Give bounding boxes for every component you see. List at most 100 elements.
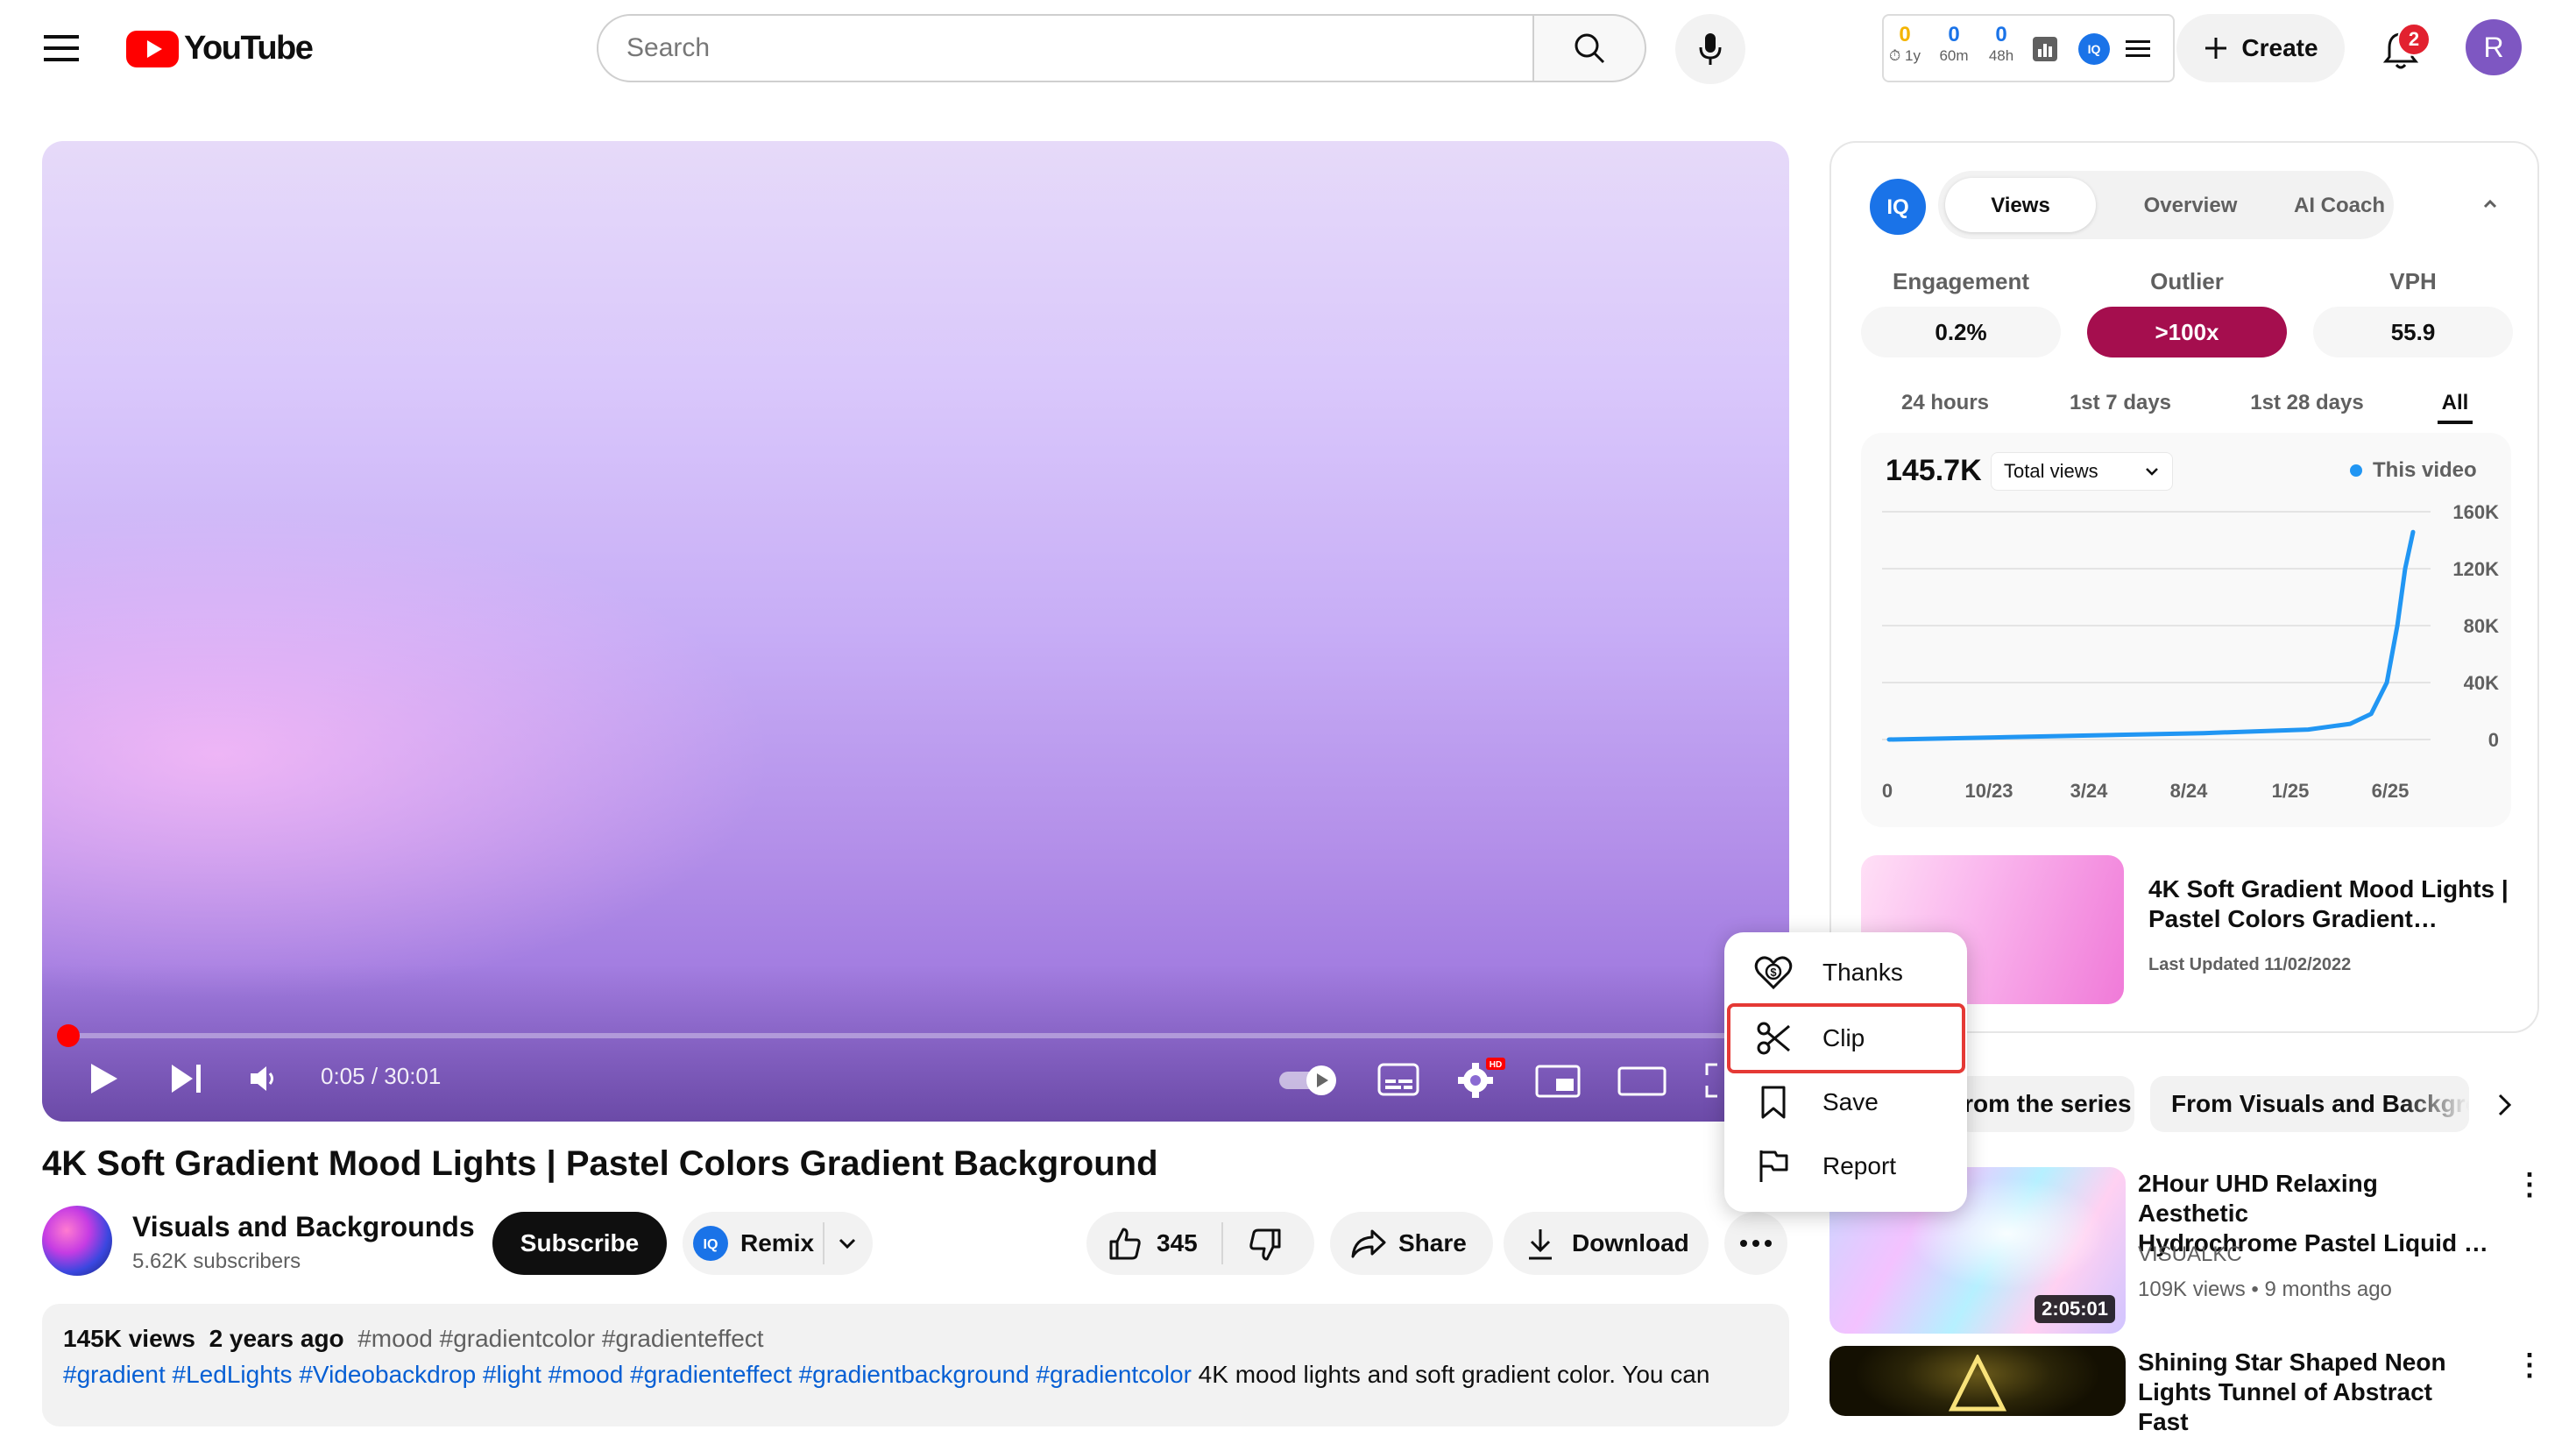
y-tick-label: 40K (2464, 672, 2499, 694)
more-vertical-icon[interactable]: ⋮ (2515, 1348, 2544, 1383)
play-icon[interactable] (88, 1061, 119, 1096)
tab-overview[interactable]: Overview (2117, 194, 2264, 218)
video-duration: 2:05:01 (2035, 1295, 2115, 1323)
y-tick-label: 160K (2452, 501, 2499, 523)
voice-search-button[interactable] (1675, 14, 1745, 84)
search-input[interactable] (598, 16, 1468, 81)
menu-item-save[interactable]: Save (1724, 1071, 1967, 1134)
remix-label: Remix (740, 1229, 815, 1256)
recommended-meta-1: 109K views • 9 months ago (2138, 1278, 2392, 1301)
notification-badge: 2 (2397, 23, 2431, 56)
ext-stat-48h: 0 48h (1988, 23, 2014, 64)
like-dislike-group: 345 (1086, 1212, 1314, 1275)
vidiq-icon[interactable]: IQ (2078, 33, 2110, 65)
search-button[interactable] (1534, 14, 1646, 82)
download-label: Download (1572, 1229, 1689, 1256)
svg-text:IQ: IQ (704, 1237, 718, 1252)
miniplayer-icon[interactable] (1535, 1065, 1581, 1098)
x-tick-label: 10/23 (1964, 780, 2013, 802)
divider (1221, 1222, 1223, 1264)
description-tags[interactable]: #mood #gradientcolor #gradienteffect (357, 1325, 763, 1352)
account-avatar[interactable]: R (2466, 19, 2522, 75)
range-first-28-days[interactable]: 1st 28 days (2233, 391, 2381, 415)
recommended-channel-1[interactable]: VISUALKC (2138, 1242, 2242, 1267)
create-button[interactable]: Create (2176, 14, 2345, 82)
controls-gradient (42, 965, 1789, 1122)
video-title: 4K Soft Gradient Mood Lights | Pastel Co… (42, 1144, 1158, 1183)
views-line-chart: 160K 120K 80K 40K 0 0 10/23 3/24 8/24 1/25 6/25 (1882, 501, 2499, 802)
remix-button[interactable]: IQ Remix (683, 1212, 873, 1275)
metric-outlier: >100x (2087, 307, 2287, 357)
total-views-value: 145.7K (1886, 454, 1982, 487)
range-24-hours[interactable]: 24 hours (1875, 391, 2015, 415)
next-icon[interactable] (170, 1063, 203, 1094)
theater-mode-icon[interactable] (1617, 1066, 1667, 1096)
chevron-right-icon[interactable] (2495, 1092, 2515, 1118)
range-active-underline (2438, 421, 2473, 424)
youtube-logo[interactable]: YouTube (126, 30, 314, 67)
recommended-title-2[interactable]: Shining Star Shaped Neon Lights Tunnel o… (2138, 1348, 2488, 1437)
progress-bar[interactable] (67, 1033, 1765, 1038)
metric-label-engagement: Engagement (1892, 268, 2030, 294)
menu-icon[interactable] (44, 33, 79, 63)
hashtag-links[interactable]: #gradient #LedLights #Videobackdrop #lig… (63, 1361, 1192, 1388)
video-player[interactable]: 0:05 / 30:01 HD (42, 141, 1789, 1122)
star-shape-icon (1949, 1355, 2006, 1412)
hamburger-icon[interactable] (2126, 39, 2150, 60)
range-first-7-days[interactable]: 1st 7 days (2050, 391, 2190, 415)
ext-stat-1y: 0 ⏱ 1y (1889, 23, 1921, 64)
legend-dot (2350, 464, 2362, 477)
description-body: 4K mood lights and soft gradient color. … (1191, 1361, 1710, 1388)
subtitles-icon[interactable] (1377, 1063, 1419, 1096)
chip-fade (2399, 1076, 2469, 1132)
chevron-down-icon (2146, 468, 2158, 476)
chip-from-the-series[interactable]: From the series (1956, 1076, 2134, 1132)
recommended-thumbnail-2[interactable] (1829, 1346, 2126, 1416)
metric-vph: 55.9 (2313, 307, 2513, 357)
x-tick-label: 0 (1882, 780, 1893, 802)
channel-name[interactable]: Visuals and Backgrounds (132, 1211, 475, 1243)
series-line-this-video (1886, 529, 2416, 742)
thanks-icon: $ (1754, 953, 1793, 992)
bar-chart-icon[interactable] (2033, 37, 2057, 61)
chevron-down-icon[interactable] (837, 1235, 858, 1252)
description-meta: 145K views 2 years ago #mood #gradientco… (63, 1325, 764, 1353)
chip-from-channel[interactable]: From Visuals and Backgrounds (2150, 1076, 2469, 1132)
time-display: 0:05 / 30:01 (321, 1063, 442, 1089)
settings-icon[interactable]: HD (1454, 1056, 1507, 1100)
like-icon[interactable] (1108, 1226, 1143, 1261)
youtube-play-icon (126, 30, 179, 67)
tab-ai-coach[interactable]: AI Coach (2285, 194, 2394, 218)
subscribe-button[interactable]: Subscribe (492, 1212, 667, 1275)
progress-scrubber[interactable] (57, 1024, 80, 1047)
channel-avatar[interactable] (42, 1206, 112, 1276)
svg-text:$: $ (1770, 966, 1777, 979)
collapse-chevron-icon[interactable] (2480, 196, 2501, 212)
legend-label: This video (2373, 458, 2477, 482)
chart-legend: This video (2350, 458, 2477, 483)
share-button[interactable]: Share (1330, 1212, 1493, 1275)
autoplay-toggle-icon[interactable] (1277, 1063, 1342, 1098)
metric-engagement: 0.2% (1861, 307, 2061, 357)
range-all[interactable]: All (2429, 391, 2481, 415)
search-icon (1575, 33, 1605, 64)
dislike-icon[interactable] (1248, 1228, 1283, 1263)
metric-select[interactable]: Total views (1991, 452, 2173, 491)
ext-stat-60m: 0 60m (1939, 23, 1969, 64)
search-box (597, 14, 1534, 82)
menu-item-report[interactable]: Report (1724, 1135, 1967, 1198)
menu-item-thanks[interactable]: $ Thanks (1724, 941, 1967, 1004)
x-tick-label: 6/25 (2372, 780, 2410, 802)
download-button[interactable]: Download (1504, 1212, 1709, 1275)
y-tick-label: 120K (2452, 558, 2499, 580)
like-count[interactable]: 345 (1157, 1229, 1198, 1257)
tab-views[interactable]: Views (1945, 194, 2096, 218)
vidiq-logo-icon[interactable]: IQ (1870, 179, 1926, 235)
subscriber-count: 5.62K subscribers (132, 1249, 301, 1273)
more-vertical-icon[interactable]: ⋮ (2515, 1167, 2544, 1202)
x-tick-label: 8/24 (2170, 780, 2209, 802)
share-icon (1349, 1228, 1388, 1259)
volume-icon[interactable] (249, 1065, 280, 1093)
preview-title[interactable]: 4K Soft Gradient Mood Lights | Pastel Co… (2148, 874, 2516, 934)
more-actions-button[interactable] (1724, 1212, 1787, 1275)
